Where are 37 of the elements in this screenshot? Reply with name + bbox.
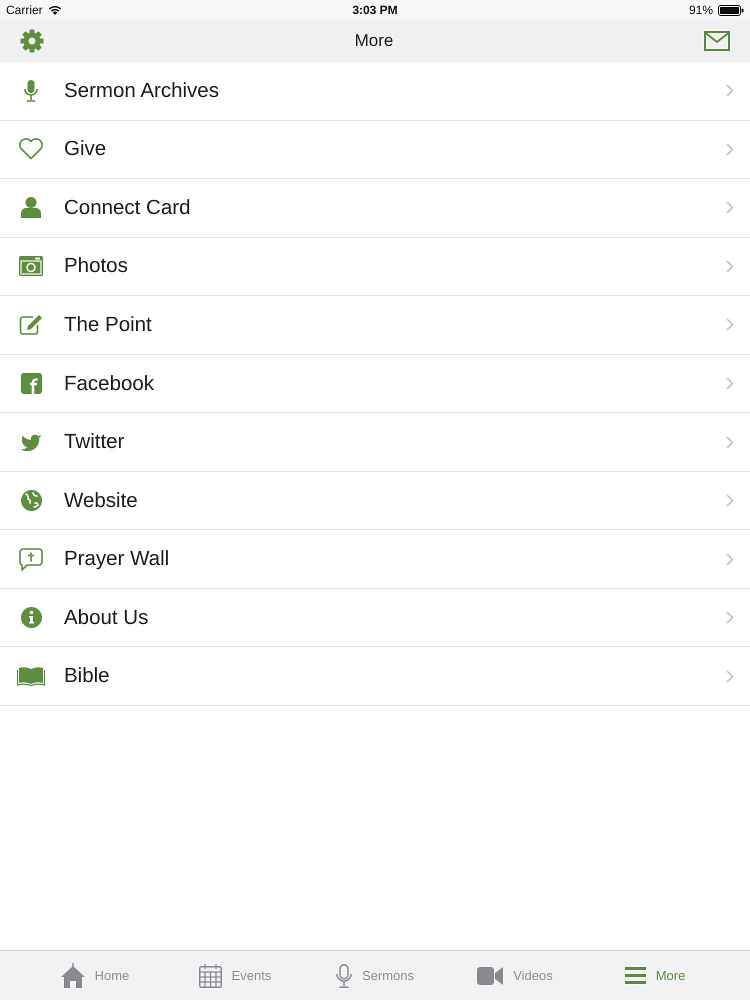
chevron-icon xyxy=(726,318,734,332)
carrier-label: Carrier xyxy=(6,3,43,17)
envelope-icon xyxy=(704,31,730,51)
video-camera-icon xyxy=(477,966,504,984)
chevron-icon xyxy=(726,142,734,156)
chevron-icon xyxy=(726,611,734,624)
chevron-icon xyxy=(726,436,734,449)
info-icon xyxy=(20,607,42,628)
globe-icon xyxy=(20,490,42,512)
wifi-icon xyxy=(48,5,62,15)
heart-icon xyxy=(18,138,44,160)
gear-icon xyxy=(20,29,44,53)
microphone-icon xyxy=(336,964,352,988)
edit-icon xyxy=(19,314,43,336)
page-title: More xyxy=(354,31,394,51)
chevron-icon xyxy=(726,201,734,214)
time-label: 3:03 PM xyxy=(352,3,398,17)
battery-percent: 91% xyxy=(688,3,713,17)
chevron-icon xyxy=(726,670,734,683)
calendar-icon xyxy=(198,964,222,988)
bird-icon xyxy=(20,433,42,452)
microphone-icon xyxy=(24,80,38,102)
speech-bubble-icon xyxy=(19,548,43,571)
chevron-icon xyxy=(726,494,734,508)
house-icon xyxy=(60,963,85,988)
facebook-icon xyxy=(20,373,42,394)
settings-button[interactable] xyxy=(18,27,46,55)
camera-icon xyxy=(19,256,43,276)
menu-icon xyxy=(624,967,646,984)
chevron-icon xyxy=(726,552,734,566)
battery-icon xyxy=(718,4,744,16)
mail-button[interactable] xyxy=(702,29,732,53)
book-icon xyxy=(17,666,45,686)
chevron-icon xyxy=(726,84,734,98)
chevron-icon xyxy=(726,260,734,273)
chevron-icon xyxy=(726,377,734,390)
person-icon xyxy=(21,197,41,218)
